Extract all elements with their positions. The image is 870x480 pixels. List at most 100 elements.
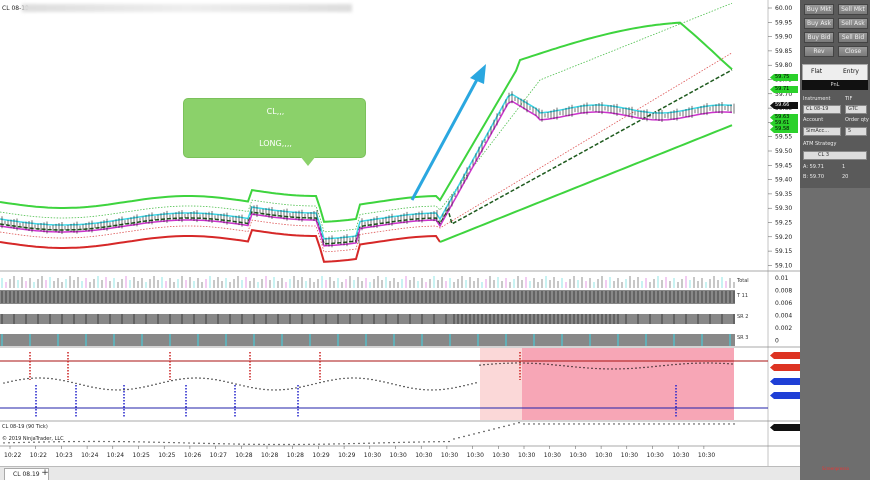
- swing-dot: [675, 363, 677, 366]
- swing-dot: [115, 389, 117, 391]
- swing-dot: [691, 362, 693, 365]
- tick-dot: [508, 424, 510, 426]
- time-tick-label: 10:30: [492, 452, 509, 459]
- tick-dot: [138, 441, 140, 443]
- swing-dot: [471, 383, 473, 385]
- price-tick-label: 59.85: [775, 48, 792, 55]
- tick-dot: [688, 423, 690, 425]
- swing-dot: [203, 377, 205, 379]
- swing-dot: [479, 364, 481, 366]
- tick-dot: [443, 440, 445, 443]
- swing-dot: [111, 389, 113, 391]
- rev-button[interactable]: Rev: [804, 46, 834, 57]
- add-tab-button[interactable]: +: [40, 468, 50, 479]
- sell-bid-button[interactable]: Sell Bid: [838, 32, 868, 43]
- tick-dot: [683, 423, 685, 425]
- sub-axis: 0.01 0.008 0.006 0.004 0.002 0 Total T 11 SR 2 SR…: [736, 275, 792, 345]
- trend-arrow: [410, 64, 486, 201]
- account-label: Account: [803, 117, 824, 123]
- tick-dot: [283, 443, 285, 446]
- swing-dot: [463, 385, 465, 387]
- tick-dot: [433, 441, 435, 443]
- swing-dot: [91, 386, 93, 388]
- order-qty-stepper[interactable]: 5: [845, 127, 867, 136]
- swing-dot: [607, 368, 609, 370]
- tick-dot: [558, 423, 560, 425]
- tif-selector[interactable]: GTC: [845, 105, 867, 114]
- swing-dot: [539, 363, 541, 365]
- tick-dot: [163, 441, 165, 444]
- swing-dot: [311, 383, 313, 386]
- tick-dot: [333, 443, 335, 445]
- sub-row-label: SR 3: [737, 335, 748, 341]
- swing-dot: [95, 387, 97, 389]
- light-pink-zone: [480, 348, 522, 420]
- order-qty-label: Order qty: [845, 117, 869, 123]
- swing-dot: [51, 378, 53, 380]
- swing-dot: [643, 366, 645, 369]
- tick-dot: [378, 442, 380, 444]
- tick-dot: [468, 434, 470, 436]
- chart-area[interactable]: 60.0059.9559.9059.8559.8059.7559.7059.65…: [0, 0, 800, 480]
- tick-dot: [648, 423, 650, 425]
- buy-mkt-button[interactable]: Buy Mkt: [804, 4, 834, 15]
- swing-dot: [627, 367, 629, 370]
- swing-dot: [599, 368, 601, 370]
- swing-dot: [687, 362, 689, 365]
- price-axis: 60.0059.9559.9059.8559.8059.7559.7059.65…: [768, 5, 792, 269]
- swing-dot: [271, 389, 273, 391]
- buy-bid-button[interactable]: Buy Bid: [804, 32, 834, 43]
- swing-dot: [63, 380, 65, 382]
- swing-dot: [135, 387, 137, 390]
- tick-dot: [603, 423, 605, 425]
- account-selector[interactable]: SimAcc...: [803, 127, 841, 136]
- instrument-selector[interactable]: CL 08-19: [803, 105, 841, 114]
- swing-dot: [587, 367, 589, 369]
- time-tick-label: 10:28: [261, 452, 278, 459]
- swing-dot: [731, 363, 733, 365]
- tick-dot: [373, 442, 375, 444]
- tick-dot: [483, 430, 485, 433]
- swing-dot: [427, 389, 429, 391]
- sell-ask-button[interactable]: Sell Ask: [838, 18, 868, 29]
- tick-dot: [78, 440, 80, 443]
- swing-dot: [199, 377, 201, 379]
- time-tick-label: 10:29: [338, 452, 355, 459]
- swing-dot: [175, 379, 177, 381]
- swing-dot: [71, 381, 73, 384]
- time-tick-label: 10:22: [4, 452, 21, 459]
- tick-dot: [608, 423, 610, 425]
- swing-dot: [387, 382, 389, 384]
- swing-dot: [451, 387, 453, 389]
- tick-dot: [548, 423, 550, 425]
- swing-dot: [291, 387, 293, 390]
- sub-tick-label: 0.004: [775, 313, 792, 320]
- swing-dot: [331, 379, 333, 381]
- swing-dot: [275, 389, 277, 391]
- tick-dot: [423, 441, 425, 443]
- price-tick-label: 59.95: [775, 19, 792, 26]
- close-button[interactable]: Close: [838, 46, 868, 57]
- swing-dot: [579, 366, 581, 369]
- swing-dot: [303, 385, 305, 388]
- sell-mkt-button[interactable]: Sell Mkt: [838, 4, 868, 15]
- tick-indicator-panel: [3, 422, 735, 446]
- swing-dot: [527, 362, 529, 364]
- pink-zone: [522, 348, 734, 420]
- swing-dot: [519, 362, 521, 364]
- swing-dot: [147, 385, 149, 387]
- swing-dot: [11, 380, 13, 382]
- lower-band-green: [439, 124, 733, 243]
- watermark: Screenpresso: [822, 466, 849, 471]
- tick-dot: [263, 443, 265, 446]
- buy-ask-button[interactable]: Buy Ask: [804, 18, 834, 29]
- chart-canvas[interactable]: 60.0059.9559.9059.8559.8059.7559.7059.65…: [0, 0, 800, 480]
- tick-dot: [73, 440, 75, 443]
- tick-dot: [268, 443, 270, 446]
- tick-dot: [273, 443, 275, 446]
- tick-dot: [158, 441, 160, 443]
- swing-dot: [659, 365, 661, 367]
- atm-strategy-selector[interactable]: CL 3: [803, 151, 867, 160]
- swing-dot: [699, 362, 701, 364]
- swing-dot: [323, 380, 325, 383]
